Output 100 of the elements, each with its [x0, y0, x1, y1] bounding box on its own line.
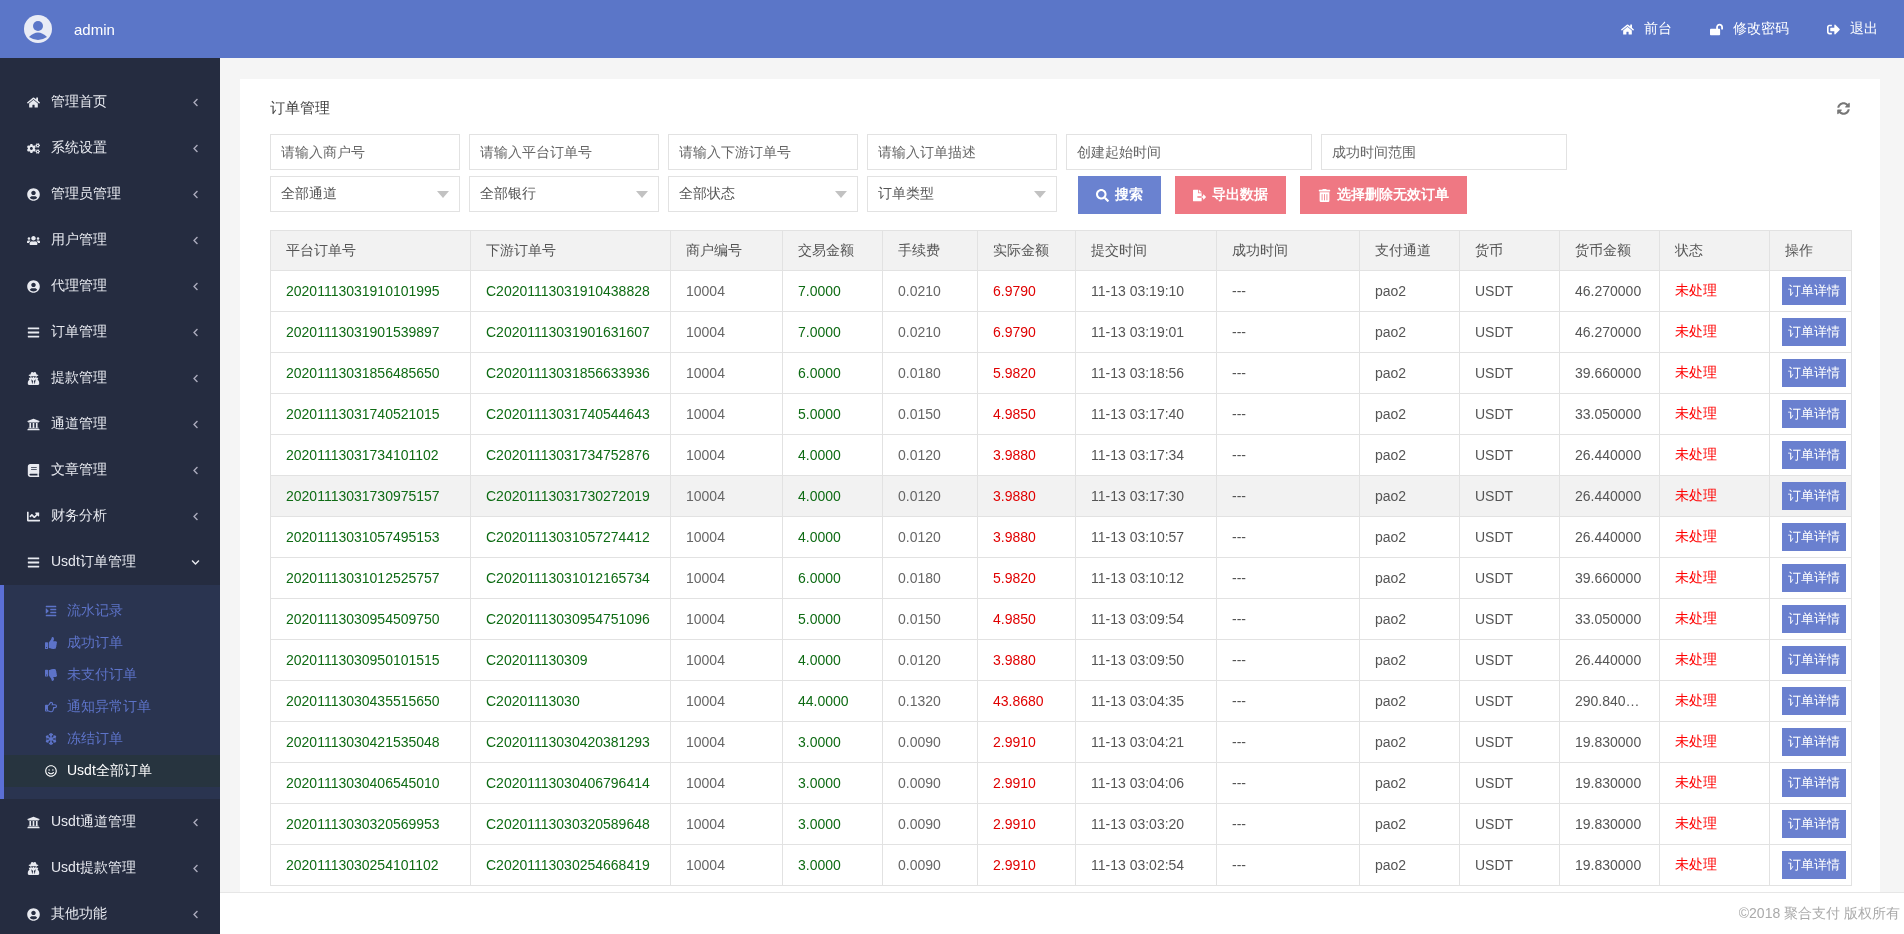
column-header: 手续费 [882, 230, 978, 271]
table-cell: 20201113031012525757 [270, 557, 471, 599]
table-cell: 3.0000 [782, 721, 883, 763]
table-row[interactable]: 20201113031057495153 C20201113031057274412 10004 4.0000 0.0120 3.9880 11-13 03:10:57 --- pao2 USDT 26.440000 未处理 订单详情 [270, 516, 1852, 558]
filter-field[interactable]: 请输入订单描述 [867, 134, 1057, 170]
table-cell: 未处理 [1659, 803, 1770, 845]
filter-field[interactable]: 成功时间范围 [1321, 134, 1567, 170]
sidebar-item[interactable]: 其他功能 [0, 891, 220, 934]
detail-button[interactable]: 订单详情 [1782, 400, 1846, 428]
detail-button[interactable]: 订单详情 [1782, 605, 1846, 633]
table-cell: 7.0000 [782, 311, 883, 353]
bank-icon [27, 815, 40, 829]
filter-field[interactable]: 请输入下游订单号 [668, 134, 858, 170]
table-row[interactable]: 20201113031734101102 C20201113031734752876 10004 4.0000 0.0120 3.9880 11-13 03:17:34 --- pao2 USDT 26.440000 未处理 订单详情 [270, 434, 1852, 476]
filter-select[interactable]: 全部通道 [270, 176, 460, 212]
table-cell: 0.0090 [882, 762, 978, 804]
top-link[interactable]: 修改密码 [1710, 20, 1789, 38]
submenu-item[interactable]: Usdt全部订单 [4, 755, 220, 787]
detail-button[interactable]: 订单详情 [1782, 769, 1846, 797]
detail-button[interactable]: 订单详情 [1782, 851, 1846, 879]
table-row[interactable]: 20201113030320569953 C20201113030320589648 10004 3.0000 0.0090 2.9910 11-13 03:03:20 --- pao2 USDT 19.830000 未处理 订单详情 [270, 803, 1852, 845]
table-cell: USDT [1459, 516, 1560, 558]
filter-select[interactable]: 订单类型 [867, 176, 1057, 212]
table-cell: pao2 [1359, 393, 1460, 435]
filter-select[interactable]: 全部状态 [668, 176, 858, 212]
table-row[interactable]: 20201113031901539897 C20201113031901631607 10004 7.0000 0.0210 6.9790 11-13 03:19:01 --- pao2 USDT 46.270000 未处理 订单详情 [270, 311, 1852, 353]
detail-button[interactable]: 订单详情 [1782, 277, 1846, 305]
sidebar-item[interactable]: 订单管理 [0, 309, 220, 355]
table-cell: 10004 [670, 352, 783, 394]
table-cell: USDT [1459, 803, 1560, 845]
line-chart-icon [27, 509, 40, 523]
table-row[interactable]: 20201113030950101515 C202011130309 10004 4.0000 0.0120 3.9880 11-13 03:09:50 --- pao2 USDT 26.440000 未处理 订单详情 [270, 639, 1852, 681]
table-cell: 未处理 [1659, 639, 1770, 681]
sidebar-item[interactable]: 代理管理 [0, 263, 220, 309]
table-cell: 20201113031901539897 [270, 311, 471, 353]
sidebar-item[interactable]: 管理员管理 [0, 171, 220, 217]
detail-button[interactable]: 订单详情 [1782, 646, 1846, 674]
sidebar-item[interactable]: 通道管理 [0, 401, 220, 447]
detail-button[interactable]: 订单详情 [1782, 482, 1846, 510]
sidebar-item[interactable]: 管理首页 [0, 79, 220, 125]
table-row[interactable]: 20201113030254101102 C20201113030254668419 10004 3.0000 0.0090 2.9910 11-13 03:02:54 --- pao2 USDT 19.830000 未处理 订单详情 [270, 844, 1852, 886]
top-link[interactable]: 退出 [1827, 20, 1878, 38]
table-cell: 43.8680 [977, 680, 1076, 722]
chevron-left-icon [191, 419, 200, 429]
table-row[interactable]: 20201113031740521015 C20201113031740544643 10004 5.0000 0.0150 4.9850 11-13 03:17:40 --- pao2 USDT 33.050000 未处理 订单详情 [270, 393, 1852, 435]
table-row[interactable]: 20201113030954509750 C20201113030954751096 10004 5.0000 0.0150 4.9850 11-13 03:09:54 --- pao2 USDT 33.050000 未处理 订单详情 [270, 598, 1852, 640]
table-cell: 11-13 03:10:57 [1075, 516, 1217, 558]
person-icon [27, 371, 40, 385]
table-row[interactable]: 20201113031012525757 C20201113031012165734 10004 6.0000 0.0180 5.9820 11-13 03:10:12 --- pao2 USDT 39.660000 未处理 订单详情 [270, 557, 1852, 599]
table-row[interactable]: 20201113030421535048 C20201113030420381293 10004 3.0000 0.0090 2.9910 11-13 03:04:21 --- pao2 USDT 19.830000 未处理 订单详情 [270, 721, 1852, 763]
table-cell: pao2 [1359, 639, 1460, 681]
sidebar-item[interactable]: 用户管理 [0, 217, 220, 263]
table-cell: --- [1216, 762, 1360, 804]
sidebar-item[interactable]: Usdt订单管理 [0, 539, 220, 585]
table-cell: --- [1216, 844, 1360, 886]
column-header: 提交时间 [1075, 230, 1217, 271]
table-row[interactable]: 20201113031856485650 C20201113031856633936 10004 6.0000 0.0180 5.9820 11-13 03:18:56 --- pao2 USDT 39.660000 未处理 订单详情 [270, 352, 1852, 394]
table-cell: 2.9910 [977, 721, 1076, 763]
table-cell: 2.9910 [977, 844, 1076, 886]
table-row[interactable]: 20201113031910101995 C20201113031910438828 10004 7.0000 0.0210 6.9790 11-13 03:19:10 --- pao2 USDT 46.270000 未处理 订单详情 [270, 270, 1852, 312]
table-cell: 5.0000 [782, 393, 883, 435]
table-cell: 未处理 [1659, 516, 1770, 558]
sidebar-item[interactable]: 提款管理 [0, 355, 220, 401]
chevron-left-icon [191, 235, 200, 245]
filter-field[interactable]: 请输入商户号 [270, 134, 460, 170]
table-cell: 19.830000 [1559, 762, 1660, 804]
table-cell: 未处理 [1659, 721, 1770, 763]
column-header: 商户编号 [670, 230, 783, 271]
filter-field[interactable]: 请输入平台订单号 [469, 134, 659, 170]
sidebar-item[interactable]: 财务分析 [0, 493, 220, 539]
refresh-icon[interactable] [1837, 101, 1850, 115]
detail-button[interactable]: 订单详情 [1782, 318, 1846, 346]
table-cell: pao2 [1359, 803, 1460, 845]
filter-field[interactable]: 创建起始时间 [1066, 134, 1312, 170]
sidebar-item[interactable]: Usdt提款管理 [0, 845, 220, 891]
table-cell: 33.050000 [1559, 393, 1660, 435]
detail-button[interactable]: 订单详情 [1782, 564, 1846, 592]
detail-button[interactable]: 订单详情 [1782, 441, 1846, 469]
sidebar-item[interactable]: Usdt通道管理 [0, 799, 220, 845]
detail-button[interactable]: 订单详情 [1782, 359, 1846, 387]
table-cell: 0.0210 [882, 311, 978, 353]
action-button[interactable]: 搜索 [1078, 176, 1161, 214]
filter-select[interactable]: 全部银行 [469, 176, 659, 212]
table-cell: 3.0000 [782, 762, 883, 804]
detail-button[interactable]: 订单详情 [1782, 687, 1846, 715]
table-cell: 未处理 [1659, 475, 1770, 517]
table-row[interactable]: 20201113031730975157 C20201113031730272019 10004 4.0000 0.0120 3.9880 11-13 03:17:30 --- pao2 USDT 26.440000 未处理 订单详情 [270, 475, 1852, 517]
table-cell: C20201113031730272019 [470, 475, 671, 517]
detail-button[interactable]: 订单详情 [1782, 810, 1846, 838]
sidebar-item[interactable]: 系统设置 [0, 125, 220, 171]
detail-button[interactable]: 订单详情 [1782, 728, 1846, 756]
table-row[interactable]: 20201113030406545010 C20201113030406796414 10004 3.0000 0.0090 2.9910 11-13 03:04:06 --- pao2 USDT 19.830000 未处理 订单详情 [270, 762, 1852, 804]
top-link[interactable]: 前台 [1621, 20, 1672, 38]
chevron-left-icon [191, 465, 200, 475]
detail-button[interactable]: 订单详情 [1782, 523, 1846, 551]
table-cell: 10004 [670, 803, 783, 845]
table-cell: USDT [1459, 844, 1560, 886]
sidebar-item[interactable]: 文章管理 [0, 447, 220, 493]
export-icon [1193, 188, 1206, 202]
table-row[interactable]: 20201113030435515650 C20201113030 10004 44.0000 0.1320 43.8680 11-13 03:04:35 --- pao2 USDT 290.840… 未处理 订单详情 [270, 680, 1852, 722]
